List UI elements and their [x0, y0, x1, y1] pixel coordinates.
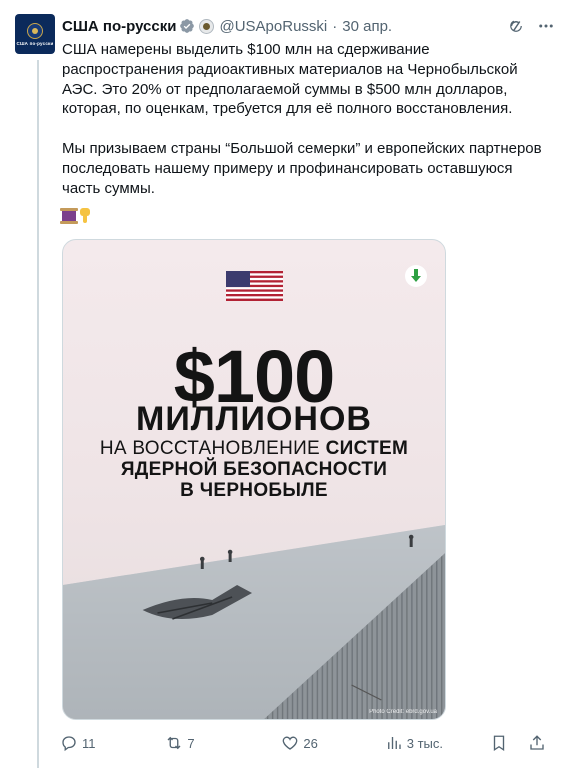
reply-icon [62, 736, 76, 752]
purpose-line-1-bold: СИСТЕМ [325, 438, 409, 459]
views-button[interactable]: 3 тыс. [385, 734, 490, 752]
views-icon [387, 737, 401, 749]
seal-icon [27, 22, 43, 39]
tweet-text: США намерены выделить $100 млн на сдержи… [62, 40, 552, 218]
bookmark-button[interactable] [490, 734, 512, 752]
spool-emoji-icon [60, 208, 78, 224]
like-count: 26 [303, 735, 318, 751]
purpose-line-3: В ЧЕРНОБЫЛЕ [180, 480, 328, 501]
author-name[interactable]: США по-русски [62, 18, 176, 35]
tweet-image[interactable]: $100 МИЛЛИОНОВ НА ВОССТАНОВЛЕНИЕ СИСТЕМ … [62, 239, 446, 720]
bookmark-icon [493, 735, 505, 752]
emoji-line [60, 208, 92, 224]
author-handle[interactable]: @USApoRusski [219, 18, 327, 35]
tweet-actions: 11 7 26 3 тыс. [60, 733, 550, 753]
repost-count: 7 [187, 735, 195, 751]
photo-credit: Photo Credit: ebrd.gov.ua [369, 709, 437, 715]
reply-count: 11 [82, 735, 96, 751]
grok-icon[interactable] [507, 17, 525, 35]
tweet-paragraph-2: Мы призываем страны “Большой семерки” и … [62, 139, 542, 197]
sarcophagus-roof-photo [63, 525, 445, 719]
millions-heading: МИЛЛИОНОВ [136, 400, 372, 438]
purpose-line-1: НА ВОССТАНОВЛЕНИЕ СИСТЕМ [63, 438, 445, 460]
more-options-icon[interactable] [537, 17, 555, 35]
views-count: 3 тыс. [406, 735, 443, 751]
government-badge-icon [199, 18, 215, 34]
avatar-text: США по-русски [16, 40, 54, 46]
reply-button[interactable]: 11 [60, 734, 163, 752]
heart-icon [283, 736, 298, 750]
like-button[interactable]: 26 [281, 734, 384, 752]
thread-line [37, 60, 39, 768]
us-flag-icon [226, 271, 283, 301]
separator-dot: · [332, 17, 338, 35]
download-icon[interactable] [405, 265, 427, 287]
repost-button[interactable]: 7 [165, 734, 275, 752]
repost-icon [167, 736, 181, 750]
purpose-line-1-normal: НА ВОССТАНОВЛЕНИЕ [99, 438, 326, 459]
purpose-line-2: ЯДЕРНОЙ БЕЗОПАСНОСТИ [120, 459, 388, 480]
tweet-paragraph-1: США намерены выделить $100 млн на сдержи… [62, 41, 518, 118]
tweet-header: США по-русски @USApoRusski · 30 апр. [62, 16, 555, 36]
share-button[interactable] [528, 734, 550, 752]
pointing-down-emoji-icon [80, 208, 90, 223]
avatar[interactable]: США по-русски [15, 14, 55, 54]
verified-icon [180, 19, 195, 33]
share-icon [530, 735, 544, 750]
tweet-date[interactable]: 30 апр. [342, 18, 392, 35]
